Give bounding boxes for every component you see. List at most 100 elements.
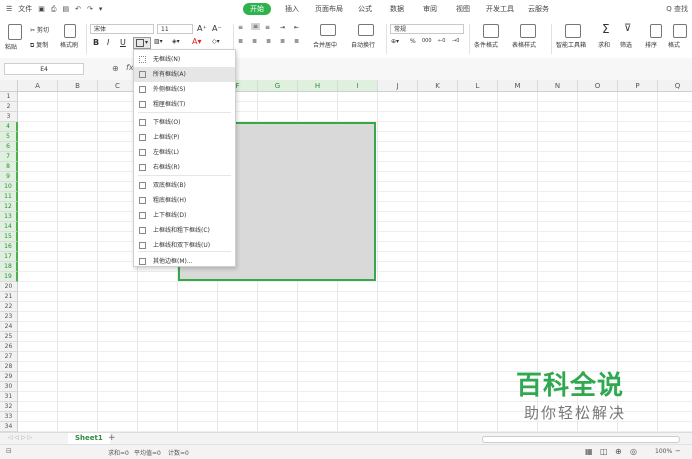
border-option-4[interactable]: 下框线(O) (134, 115, 235, 130)
name-box[interactable]: E4 (4, 63, 84, 75)
tab-view[interactable]: 视图 (456, 4, 470, 14)
increase-font-icon[interactable]: A⁺ (197, 24, 207, 33)
format-button[interactable]: 格式 (668, 40, 680, 49)
sum-button[interactable]: 求和 (598, 40, 610, 49)
number-format-select[interactable]: 常规 (390, 24, 464, 34)
row-header-18[interactable]: 18 (0, 262, 18, 272)
file-menu[interactable]: 文件 (18, 4, 32, 14)
border-option-3[interactable]: 粗匣框线(T) (134, 97, 235, 112)
row-header-32[interactable]: 32 (0, 402, 18, 412)
wrap-text-button[interactable]: 自动换行 (351, 40, 375, 49)
row-header-3[interactable]: 3 (0, 112, 18, 122)
paste-icon[interactable] (8, 24, 22, 40)
border-button[interactable]: ▾ (133, 37, 151, 49)
column-header-a[interactable]: A (18, 80, 58, 92)
border-option-7[interactable]: 右框线(R) (134, 160, 235, 175)
cut-button[interactable]: ✂ 剪切 (30, 25, 49, 34)
row-header-4[interactable]: 4 (0, 122, 18, 132)
preview-icon[interactable]: ▤ (63, 5, 70, 13)
percent-button[interactable]: % (410, 38, 416, 45)
filter-button[interactable]: 筛选 (620, 40, 632, 49)
add-sheet-button[interactable]: + (108, 433, 116, 443)
outdent-icon[interactable]: ⇤ (294, 24, 299, 31)
conditional-format-button[interactable]: 条件格式 (474, 40, 498, 49)
row-header-8[interactable]: 8 (0, 162, 18, 172)
border-option-5[interactable]: 上框线(P) (134, 130, 235, 145)
macro-icon[interactable]: ⊟ (6, 447, 12, 455)
undo-icon[interactable]: ↶ (75, 5, 81, 13)
row-header-30[interactable]: 30 (0, 382, 18, 392)
reading-mode-icon[interactable]: ◎ (630, 447, 637, 456)
smart-tools-button[interactable]: 智能工具箱 (556, 40, 586, 49)
row-header-23[interactable]: 23 (0, 312, 18, 322)
tab-data[interactable]: 数据 (390, 4, 404, 14)
border-option-13[interactable]: 其他边框(M)... (134, 254, 235, 269)
tab-review[interactable]: 审阅 (423, 4, 437, 14)
row-header-13[interactable]: 13 (0, 212, 18, 222)
row-header-10[interactable]: 10 (0, 182, 18, 192)
border-option-1[interactable]: 所有框线(A) (134, 67, 235, 82)
format-painter-icon[interactable] (64, 24, 76, 38)
normal-view-icon[interactable]: ▦ (585, 447, 593, 456)
row-header-25[interactable]: 25 (0, 332, 18, 342)
hamburger-icon[interactable]: ☰ (6, 5, 12, 13)
tab-formulas[interactable]: 公式 (358, 4, 372, 14)
border-option-6[interactable]: 左框线(L) (134, 145, 235, 160)
copy-button[interactable]: ⧉ 复制 (30, 40, 48, 50)
column-header-c[interactable]: C (98, 80, 138, 92)
column-header-g[interactable]: G (258, 80, 298, 92)
sheet-nav-icons[interactable]: ◁ ◁ ▷ ▷ (8, 434, 32, 441)
row-header-11[interactable]: 11 (0, 192, 18, 202)
zoom-icon[interactable]: ⊕ (112, 64, 119, 73)
border-option-10[interactable]: 上下框线(D) (134, 208, 235, 223)
toolbox-icon[interactable] (565, 24, 581, 38)
redo-icon[interactable]: ↷ (87, 5, 93, 13)
row-header-27[interactable]: 27 (0, 352, 18, 362)
row-header-29[interactable]: 29 (0, 372, 18, 382)
column-header-q[interactable]: Q (658, 80, 692, 92)
save-icon[interactable]: ▣ (38, 5, 45, 13)
row-header-7[interactable]: 7 (0, 152, 18, 162)
table-style-icon[interactable] (520, 24, 536, 38)
row-header-15[interactable]: 15 (0, 232, 18, 242)
row-header-26[interactable]: 26 (0, 342, 18, 352)
border-option-8[interactable]: 双底框线(B) (134, 178, 235, 193)
sort-icon[interactable] (650, 24, 662, 38)
underline-button[interactable]: U (120, 38, 126, 47)
column-header-o[interactable]: O (578, 80, 618, 92)
row-header-1[interactable]: 1 (0, 92, 18, 102)
column-header-p[interactable]: P (618, 80, 658, 92)
row-header-21[interactable]: 21 (0, 292, 18, 302)
align-left-icon[interactable]: ≣ (238, 38, 243, 45)
indent-icon[interactable]: ⇥ (280, 24, 285, 31)
row-header-17[interactable]: 17 (0, 252, 18, 262)
zoom-minus-icon[interactable]: − (675, 447, 681, 455)
wrap-icon[interactable] (358, 24, 374, 36)
border-option-9[interactable]: 粗底框线(H) (134, 193, 235, 208)
align-bottom-icon[interactable]: ≡ (265, 24, 270, 31)
align-right-icon[interactable]: ≣ (266, 38, 271, 45)
increase-decimal-icon[interactable]: ←0 (438, 38, 445, 44)
row-header-2[interactable]: 2 (0, 102, 18, 112)
chevron-down-icon[interactable]: ▾ (99, 5, 103, 13)
row-header-22[interactable]: 22 (0, 302, 18, 312)
row-header-34[interactable]: 34 (0, 422, 18, 432)
column-header-n[interactable]: N (538, 80, 578, 92)
thousands-button[interactable]: 000 (422, 38, 432, 44)
border-option-0[interactable]: 无框线(N) (134, 52, 235, 67)
font-name-select[interactable]: 宋体 (90, 24, 154, 34)
row-header-19[interactable]: 19 (0, 272, 18, 282)
decrease-decimal-icon[interactable]: →0 (452, 38, 459, 44)
row-header-33[interactable]: 33 (0, 412, 18, 422)
column-header-j[interactable]: J (378, 80, 418, 92)
align-top-icon[interactable]: ≡ (238, 24, 243, 31)
select-all-corner[interactable] (0, 80, 18, 92)
sort-button[interactable]: 排序 (645, 40, 657, 49)
row-header-16[interactable]: 16 (0, 242, 18, 252)
clear-icon[interactable]: ◇▾ (212, 38, 220, 45)
paint-bucket-icon[interactable]: ◈▾ (172, 38, 180, 45)
page-layout-icon[interactable]: ◫ (600, 447, 608, 456)
align-middle-icon[interactable]: ≡ (251, 23, 261, 30)
format-icon[interactable] (673, 24, 687, 38)
font-color-icon[interactable]: A▾ (192, 37, 202, 46)
